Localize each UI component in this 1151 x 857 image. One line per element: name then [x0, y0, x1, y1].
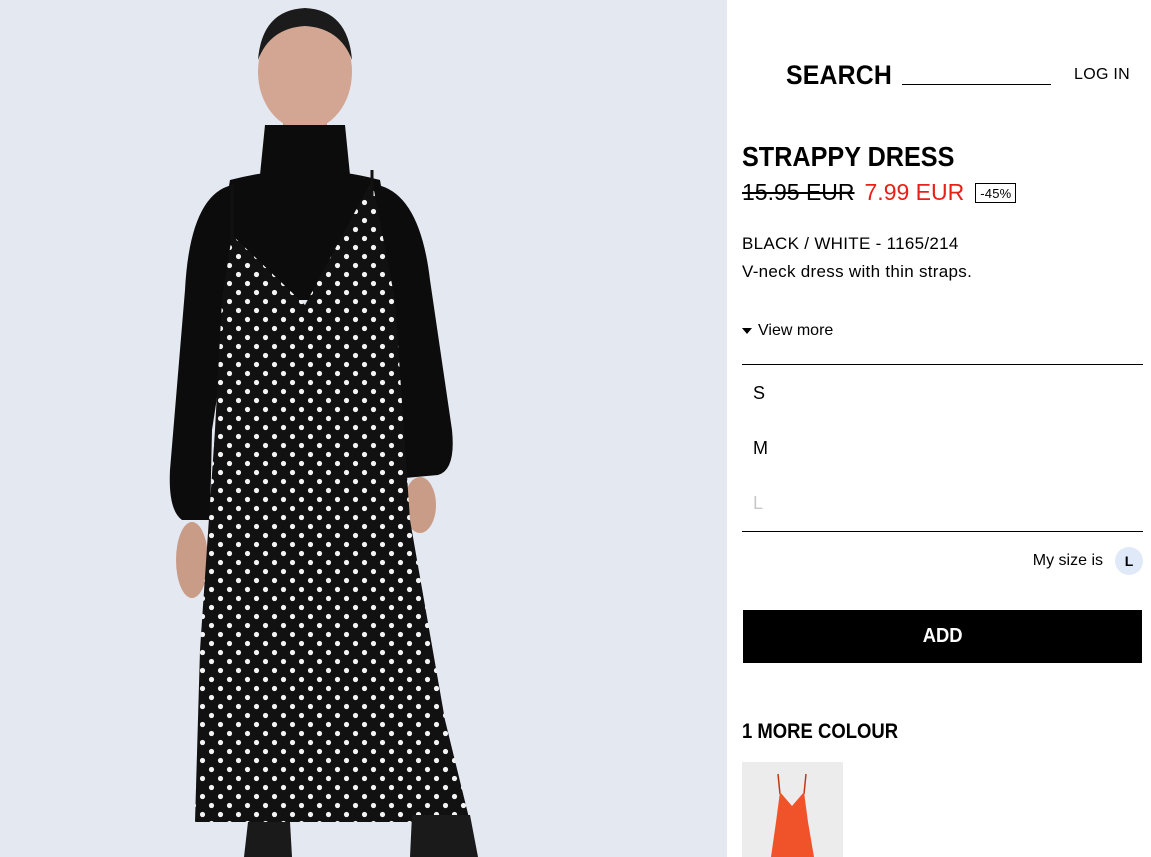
search-button[interactable]: SEARCH — [786, 60, 892, 91]
colour-swatch-red[interactable] — [742, 762, 843, 857]
red-dress-thumbnail — [742, 762, 843, 857]
view-more-toggle[interactable]: View more — [742, 322, 833, 340]
search-input[interactable] — [902, 84, 1051, 85]
my-size-badge: L — [1115, 547, 1143, 575]
login-link[interactable]: LOG IN — [1074, 66, 1130, 84]
price-row: 15.95 EUR 7.99 EUR -45% — [742, 179, 1017, 206]
size-option-s[interactable]: S — [753, 383, 765, 404]
old-price: 15.95 EUR — [742, 179, 855, 205]
product-image[interactable] — [0, 0, 727, 857]
product-title: STRAPPY DRESS — [742, 141, 955, 172]
size-selector: S M L — [742, 364, 1143, 532]
color-reference: BLACK / WHITE - 1165/214 — [742, 234, 959, 253]
size-option-l-unavailable[interactable]: L — [753, 493, 763, 514]
discount-badge: -45% — [975, 182, 1017, 203]
my-size-label: My size is — [1032, 552, 1103, 569]
sale-price: 7.99 EUR — [864, 179, 965, 205]
size-option-m[interactable]: M — [753, 438, 768, 459]
model-illustration — [0, 0, 727, 857]
more-colours-heading: 1 MORE COLOUR — [742, 720, 899, 743]
view-more-label: View more — [758, 322, 834, 339]
product-panel: SEARCH LOG IN STRAPPY DRESS 15.95 EUR 7.… — [727, 0, 1151, 857]
add-to-cart-button[interactable]: ADD — [743, 610, 1142, 663]
product-description: V-neck dress with thin straps. — [742, 262, 973, 281]
caret-down-icon — [742, 328, 752, 334]
my-size-recommendation[interactable]: My size is L — [1033, 547, 1143, 575]
add-button-label: ADD — [922, 625, 963, 647]
